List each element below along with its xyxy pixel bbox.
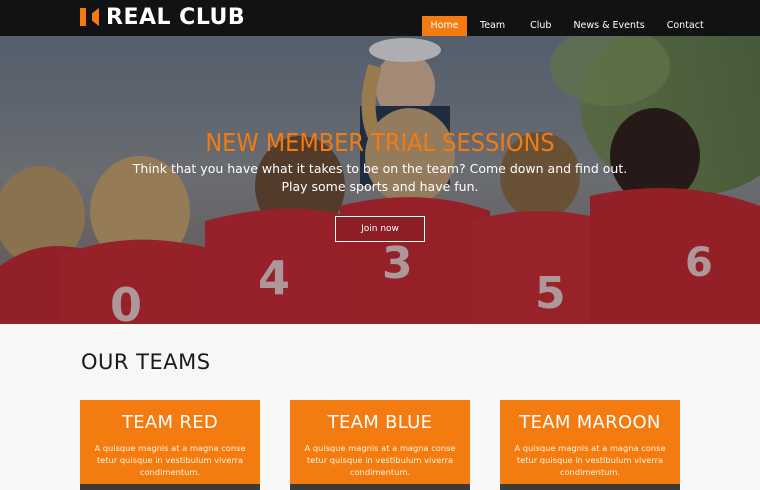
team-card-text: A quisque magnis at a magna conse tetur … <box>514 443 666 477</box>
join-now-button[interactable]: Join now <box>335 216 425 242</box>
logo-mark-icon <box>80 8 100 26</box>
hero-banner: 0 4 3 5 6 NEW MEMBER TRIAL SESSIONS Thin… <box>0 36 760 324</box>
nav-team[interactable]: Team <box>469 16 516 36</box>
team-card-image-strip <box>500 484 680 490</box>
team-card-maroon[interactable]: TEAM MAROON A quisque magnis at a magna … <box>500 400 680 490</box>
teams-heading: OUR TEAMS <box>81 350 211 374</box>
team-card-red[interactable]: TEAM RED A quisque magnis at a magna con… <box>80 400 260 490</box>
team-card-title: TEAM RED <box>121 412 219 433</box>
nav-home[interactable]: Home <box>422 16 467 36</box>
hero-subtitle-line-2: Play some sports and have fun. <box>281 179 479 194</box>
team-card-image-strip <box>80 484 260 490</box>
nav-contact[interactable]: Contact <box>656 16 715 36</box>
hero-subtitle: Think that you have what it takes to be … <box>0 160 760 196</box>
site-header: REAL CLUB Home Team Club News & Events C… <box>0 0 760 36</box>
team-card-image-strip <box>290 484 470 490</box>
team-card-text: A quisque magnis at a magna conse tetur … <box>304 443 456 477</box>
nav-news-events[interactable]: News & Events <box>562 16 655 36</box>
team-card-blue[interactable]: TEAM BLUE A quisque magnis at a magna co… <box>290 400 470 490</box>
hero-title: NEW MEMBER TRIAL SESSIONS <box>205 128 555 157</box>
hero-subtitle-line-1: Think that you have what it takes to be … <box>132 161 628 176</box>
nav-club[interactable]: Club <box>519 16 562 36</box>
team-card-title: TEAM BLUE <box>327 412 433 433</box>
team-card-text: A quisque magnis at a magna conse tetur … <box>94 443 246 477</box>
team-card-title: TEAM MAROON <box>519 412 661 433</box>
site-logo[interactable]: REAL CLUB <box>80 4 245 30</box>
brand-name: REAL CLUB <box>106 4 246 30</box>
main-navigation: Home Team Club News & Events Contact <box>422 16 715 36</box>
